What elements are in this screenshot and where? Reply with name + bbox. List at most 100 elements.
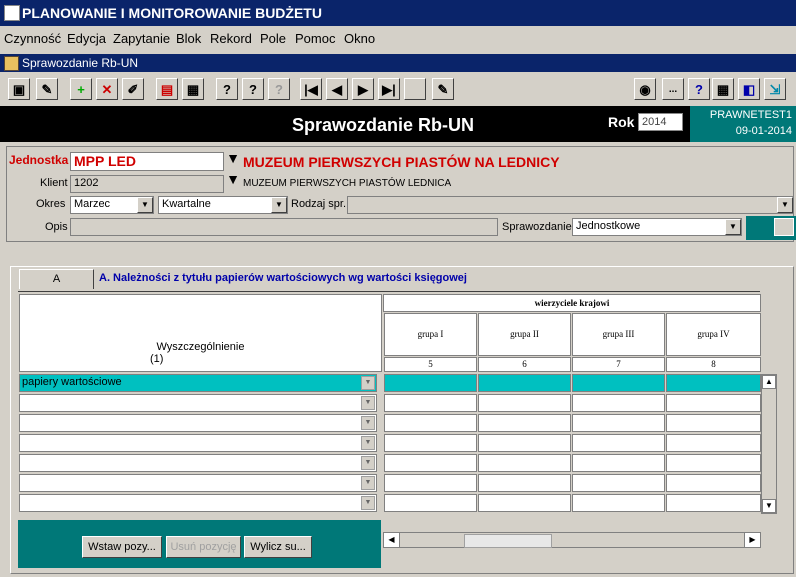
horizontal-scrollbar[interactable]: ◀ ▶ <box>383 532 761 548</box>
table-cell[interactable] <box>384 414 477 432</box>
row-dropdown-icon[interactable]: ▼ <box>361 476 375 490</box>
grid-icon[interactable]: ▦ <box>182 78 204 100</box>
okres-type-dropdown-icon[interactable]: ▼ <box>271 197 287 213</box>
sprawozdanie-select[interactable]: Jednostkowe <box>572 218 742 236</box>
table-cell[interactable] <box>572 474 665 492</box>
table-cell[interactable] <box>478 474 571 492</box>
table-cell[interactable] <box>384 494 477 512</box>
save-icon[interactable]: ▣ <box>8 78 30 100</box>
delete-icon[interactable]: ✕ <box>96 78 118 100</box>
table-cell[interactable] <box>384 394 477 412</box>
table-row-desc[interactable]: ▼ <box>19 414 377 432</box>
table-cell[interactable] <box>666 434 761 452</box>
menu-edycja[interactable]: Edycja <box>67 31 106 46</box>
okres-type-select[interactable]: Kwartalne <box>158 196 288 214</box>
edit-icon[interactable]: ✎ <box>36 78 58 100</box>
menu-pole[interactable]: Pole <box>260 31 286 46</box>
window-icon[interactable]: ◧ <box>738 78 760 100</box>
table-cell[interactable] <box>572 434 665 452</box>
rok-input[interactable]: 2014 <box>638 113 683 131</box>
rodzaj-select[interactable] <box>347 196 794 214</box>
col-header-grupa-1: grupa I <box>384 313 477 356</box>
table-cell[interactable] <box>572 394 665 412</box>
scroll-left-icon[interactable]: ◀ <box>384 533 400 547</box>
menu-okno[interactable]: Okno <box>344 31 375 46</box>
jednostka-dropdown-icon[interactable]: ▼ <box>225 151 241 166</box>
rodzaj-dropdown-icon[interactable]: ▼ <box>777 197 793 213</box>
more-icon[interactable]: ... <box>662 78 684 100</box>
klient-label: Klient <box>40 177 68 189</box>
print-icon[interactable]: ◉ <box>634 78 656 100</box>
sprawozdanie-dropdown-icon[interactable]: ▼ <box>725 219 741 235</box>
table-cell[interactable] <box>384 374 477 392</box>
klient-input[interactable]: 1202 <box>70 175 224 193</box>
okres-dropdown-icon[interactable]: ▼ <box>137 197 153 213</box>
scroll-up-icon[interactable]: ▲ <box>762 375 776 389</box>
search-icon[interactable]: ? <box>216 78 238 100</box>
row-dropdown-icon[interactable]: ▼ <box>361 376 375 390</box>
prev-record-icon[interactable]: ◀ <box>326 78 348 100</box>
tools-icon[interactable]: ✐ <box>122 78 144 100</box>
calculator-icon[interactable]: ▦ <box>712 78 734 100</box>
help-icon[interactable]: ? <box>688 78 710 100</box>
table-cell[interactable] <box>572 414 665 432</box>
jednostka-input[interactable]: MPP LED <box>70 152 224 171</box>
query-icon[interactable]: ? <box>242 78 264 100</box>
table-cell[interactable] <box>666 394 761 412</box>
form-icon[interactable]: ▤ <box>156 78 178 100</box>
table-cell[interactable] <box>384 434 477 452</box>
table-row-desc[interactable]: ▼ <box>19 454 377 472</box>
table-row-desc[interactable]: ▼ <box>19 394 377 412</box>
scroll-thumb[interactable] <box>464 534 552 548</box>
table-cell[interactable] <box>572 374 665 392</box>
add-icon[interactable]: + <box>70 78 92 100</box>
tab-a[interactable]: A <box>19 269 94 289</box>
table-cell[interactable] <box>478 374 571 392</box>
table-cell[interactable] <box>384 454 477 472</box>
table-cell[interactable] <box>478 394 571 412</box>
table-cell[interactable] <box>478 454 571 472</box>
delete-position-button[interactable]: Usuń pozycję <box>166 536 241 558</box>
row-dropdown-icon[interactable]: ▼ <box>361 416 375 430</box>
insert-position-button[interactable]: Wstaw pozy... <box>82 536 162 558</box>
scroll-down-icon[interactable]: ▼ <box>762 499 776 513</box>
table-row-desc[interactable]: ▼ <box>19 474 377 492</box>
table-cell[interactable] <box>666 414 761 432</box>
table-cell[interactable] <box>666 454 761 472</box>
row-dropdown-icon[interactable]: ▼ <box>361 396 375 410</box>
next-record-icon[interactable]: ▶ <box>352 78 374 100</box>
vertical-scrollbar[interactable]: ▲ ▼ <box>761 374 777 514</box>
table-cell[interactable] <box>666 474 761 492</box>
first-record-icon[interactable]: |◀ <box>300 78 322 100</box>
last-record-icon[interactable]: ▶| <box>378 78 400 100</box>
menu-rekord[interactable]: Rekord <box>210 31 252 46</box>
note-icon[interactable]: ✎ <box>432 78 454 100</box>
table-cell[interactable] <box>478 494 571 512</box>
help-query-icon[interactable]: ? <box>268 78 290 100</box>
table-row-desc[interactable]: papiery wartościowe ▼ <box>19 374 377 392</box>
menu-czynnosc[interactable]: Czynność <box>4 31 61 46</box>
table-row-desc[interactable]: ▼ <box>19 434 377 452</box>
row-dropdown-icon[interactable]: ▼ <box>361 456 375 470</box>
row-dropdown-icon[interactable]: ▼ <box>361 436 375 450</box>
blank-icon[interactable] <box>404 78 426 100</box>
menu-zapytanie[interactable]: Zapytanie <box>113 31 170 46</box>
menu-blok[interactable]: Blok <box>176 31 201 46</box>
scroll-right-icon[interactable]: ▶ <box>744 533 760 547</box>
rodzaj-label: Rodzaj spr. <box>291 198 347 210</box>
table-cell[interactable] <box>572 494 665 512</box>
table-cell[interactable] <box>572 454 665 472</box>
table-cell[interactable] <box>666 494 761 512</box>
row-dropdown-icon[interactable]: ▼ <box>361 496 375 510</box>
exit-icon[interactable]: ⇲ <box>764 78 786 100</box>
menu-pomoc[interactable]: Pomoc <box>295 31 335 46</box>
compute-sum-button[interactable]: Wylicz su... <box>244 536 312 558</box>
opis-input[interactable] <box>70 218 498 236</box>
table-cell[interactable] <box>478 434 571 452</box>
table-cell[interactable] <box>384 474 477 492</box>
table-cell[interactable] <box>666 374 761 392</box>
klient-dropdown-icon[interactable]: ▼ <box>225 172 241 187</box>
table-row-desc[interactable]: ▼ <box>19 494 377 512</box>
table-cell[interactable] <box>478 414 571 432</box>
teal-button[interactable] <box>746 216 796 240</box>
